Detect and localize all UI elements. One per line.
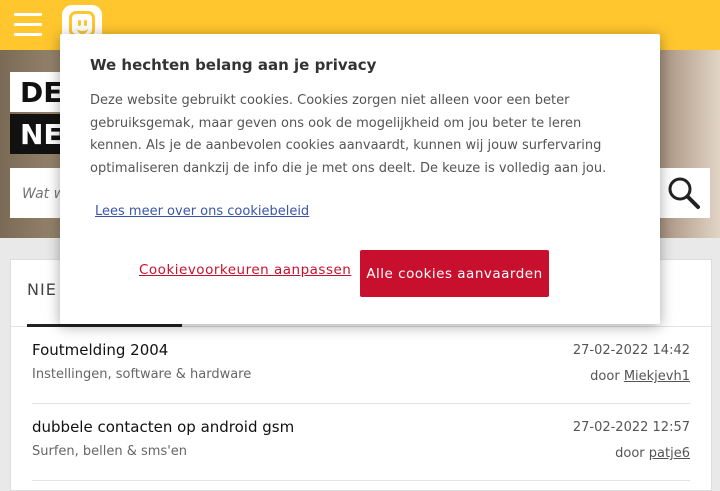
topic-author-line: door Miekjevh1 bbox=[590, 369, 690, 384]
topic-title[interactable]: dubbele contacten op android gsm bbox=[32, 418, 294, 436]
author-link[interactable]: patje6 bbox=[649, 446, 690, 461]
topic-author-line: door patje6 bbox=[615, 446, 690, 461]
tab-new[interactable]: NIE bbox=[27, 280, 57, 299]
search-icon[interactable] bbox=[666, 175, 702, 211]
author-link[interactable]: Miekjevh1 bbox=[624, 369, 690, 384]
cookie-dialog-title: We hechten belang aan je privacy bbox=[90, 56, 377, 74]
list-item[interactable]: Foutmelding 2004 Instellingen, software … bbox=[32, 327, 690, 404]
list-item[interactable]: dubbele contacten op android gsm Surfen,… bbox=[32, 404, 690, 481]
topic-list: Foutmelding 2004 Instellingen, software … bbox=[11, 327, 711, 481]
author-prefix: door bbox=[590, 369, 620, 384]
topic-category[interactable]: Surfen, bellen & sms'en bbox=[32, 444, 187, 459]
topic-title[interactable]: Foutmelding 2004 bbox=[32, 341, 168, 359]
cookie-preferences-button[interactable]: Cookievoorkeuren aanpassen bbox=[139, 262, 351, 278]
accept-all-cookies-button[interactable]: Alle cookies aanvaarden bbox=[360, 250, 549, 297]
author-prefix: door bbox=[615, 446, 645, 461]
topic-category[interactable]: Instellingen, software & hardware bbox=[32, 367, 251, 382]
topic-date: 27-02-2022 14:42 bbox=[572, 343, 690, 358]
topic-date: 27-02-2022 12:57 bbox=[572, 420, 690, 435]
hamburger-menu-icon[interactable] bbox=[14, 13, 42, 37]
cookie-dialog-body: Deze website gebruikt cookies. Cookies z… bbox=[90, 93, 607, 176]
cookie-policy-link[interactable]: Lees meer over ons cookiebeleid bbox=[95, 204, 309, 219]
cookie-consent-dialog: We hechten belang aan je privacy Deze we… bbox=[60, 34, 660, 324]
